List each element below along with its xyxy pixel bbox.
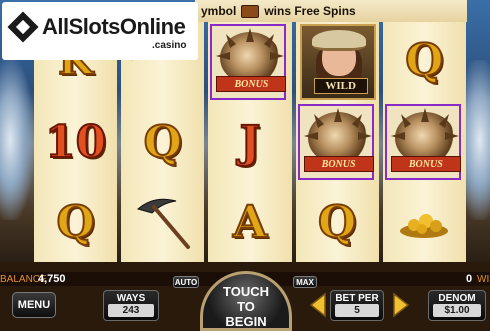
diamond-logo-icon (7, 11, 39, 43)
bonus-symbol: BONUS (384, 104, 461, 180)
symbol-letter: J (239, 116, 262, 169)
spin-label-line3: BEGIN (225, 314, 267, 329)
treasure-chest-icon (241, 4, 260, 18)
symbol-letter: Q (404, 34, 444, 87)
bet-increase-arrow-icon[interactable] (392, 292, 410, 318)
site-logo: AllSlotsOnline .casino (2, 2, 198, 60)
bet-label: BET PER (335, 293, 379, 304)
balance-value: 4,750 (38, 273, 66, 285)
win-label: WIN (477, 274, 490, 285)
denom-button[interactable]: DENOM $1.00 (428, 290, 486, 321)
control-bar: BALANCE 4,750 0 WIN MENU AUTO MAX WAYS 2… (0, 262, 490, 331)
reel-3: BONUS J A (208, 22, 292, 262)
reel-symbol: Q (296, 182, 379, 262)
bet-decrease-arrow-icon[interactable] (309, 292, 327, 318)
autoplay-button[interactable]: AUTO (173, 276, 199, 288)
menu-button[interactable]: MENU (12, 292, 56, 318)
bonus-label: BONUS (303, 156, 374, 172)
pickaxe-icon (136, 198, 190, 249)
reel-symbol: 10 (34, 102, 117, 182)
bet-display: BET PER 5 (330, 290, 384, 321)
logo-text: AllSlotsOnline (42, 14, 186, 39)
reel-symbol: Q (121, 102, 204, 182)
symbol-letter: Q (317, 196, 357, 249)
top-message-suffix: wins Free Spins (264, 4, 356, 18)
bonus-label: BONUS (390, 156, 461, 172)
spin-label-line2: TO (237, 299, 255, 314)
wild-label: WILD (313, 78, 368, 94)
logo-subtext: .casino (152, 40, 187, 51)
symbol-letter: Q (55, 196, 95, 249)
denom-value: $1.00 (433, 304, 481, 317)
symbol-letter: Q (143, 116, 183, 169)
denom-label: DENOM (438, 293, 476, 304)
reel-symbol (383, 182, 466, 262)
symbol-letter: 10 (44, 116, 107, 169)
symbol-letter: A (232, 196, 268, 249)
reel-symbol: Q (34, 182, 117, 262)
max-bet-button[interactable]: MAX (293, 276, 317, 288)
reel-5: Q BONUS (382, 22, 467, 262)
bonus-label: BONUS (216, 76, 287, 92)
spin-label-line1: TOUCH (223, 284, 269, 299)
explorer-hat-icon (311, 30, 366, 51)
bonus-symbol: BONUS (210, 24, 287, 100)
waterfall-left (0, 60, 34, 220)
reel-4: WILD BONUS Q (295, 22, 379, 262)
wild-symbol: WILD (299, 24, 376, 100)
top-message-prefix: ymbol (201, 4, 237, 18)
top-message: ymbol wins Free Spins (195, 0, 467, 22)
reel-symbol: Q (383, 22, 466, 100)
ways-label: WAYS (116, 293, 146, 304)
reel-symbol (121, 182, 204, 262)
reel-symbol: A (208, 182, 291, 262)
gold-nuggets-icon (400, 214, 449, 238)
reel-symbol: J (208, 102, 291, 182)
win-value: 0 (466, 273, 473, 285)
ways-display: WAYS 243 (103, 290, 159, 321)
ways-value: 243 (108, 304, 154, 317)
bonus-symbol: BONUS (297, 104, 374, 180)
bet-value: 5 (335, 304, 379, 317)
